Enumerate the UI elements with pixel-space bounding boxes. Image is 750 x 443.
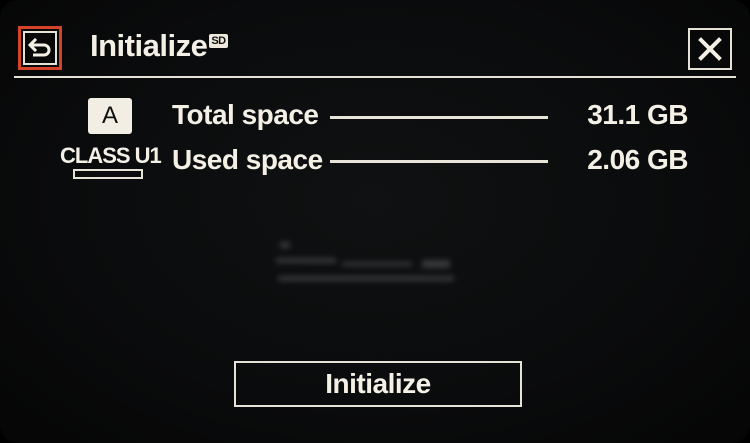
total-space-leader-line <box>330 116 548 119</box>
return-arrow-icon <box>27 37 51 57</box>
total-space-label: Total space <box>172 99 319 130</box>
initialize-button[interactable]: Initialize <box>234 361 522 407</box>
class-indicator-bar <box>73 169 143 179</box>
back-button-frame <box>23 31 57 65</box>
header-bar: Initialize SD <box>14 20 736 78</box>
close-button[interactable] <box>688 28 732 70</box>
sd-card-badge: SD <box>209 34 228 48</box>
page-title-text: Initialize <box>90 28 208 63</box>
total-space-value: 31.1 GB <box>587 99 688 130</box>
used-space-leader-line <box>330 160 548 163</box>
speed-class-badge: A <box>88 98 132 134</box>
page-title: Initialize SD <box>90 28 228 64</box>
used-space-label: Used space <box>172 144 323 175</box>
close-x-icon <box>698 37 722 61</box>
used-space-value: 2.06 GB <box>587 144 688 175</box>
camera-menu-screen: Initialize SD A CLASS U1 Total space 31.1… <box>0 0 750 443</box>
class-label: CLASS U1 <box>60 143 162 168</box>
background-ghost-artifact <box>276 242 454 281</box>
back-button[interactable] <box>18 26 62 70</box>
